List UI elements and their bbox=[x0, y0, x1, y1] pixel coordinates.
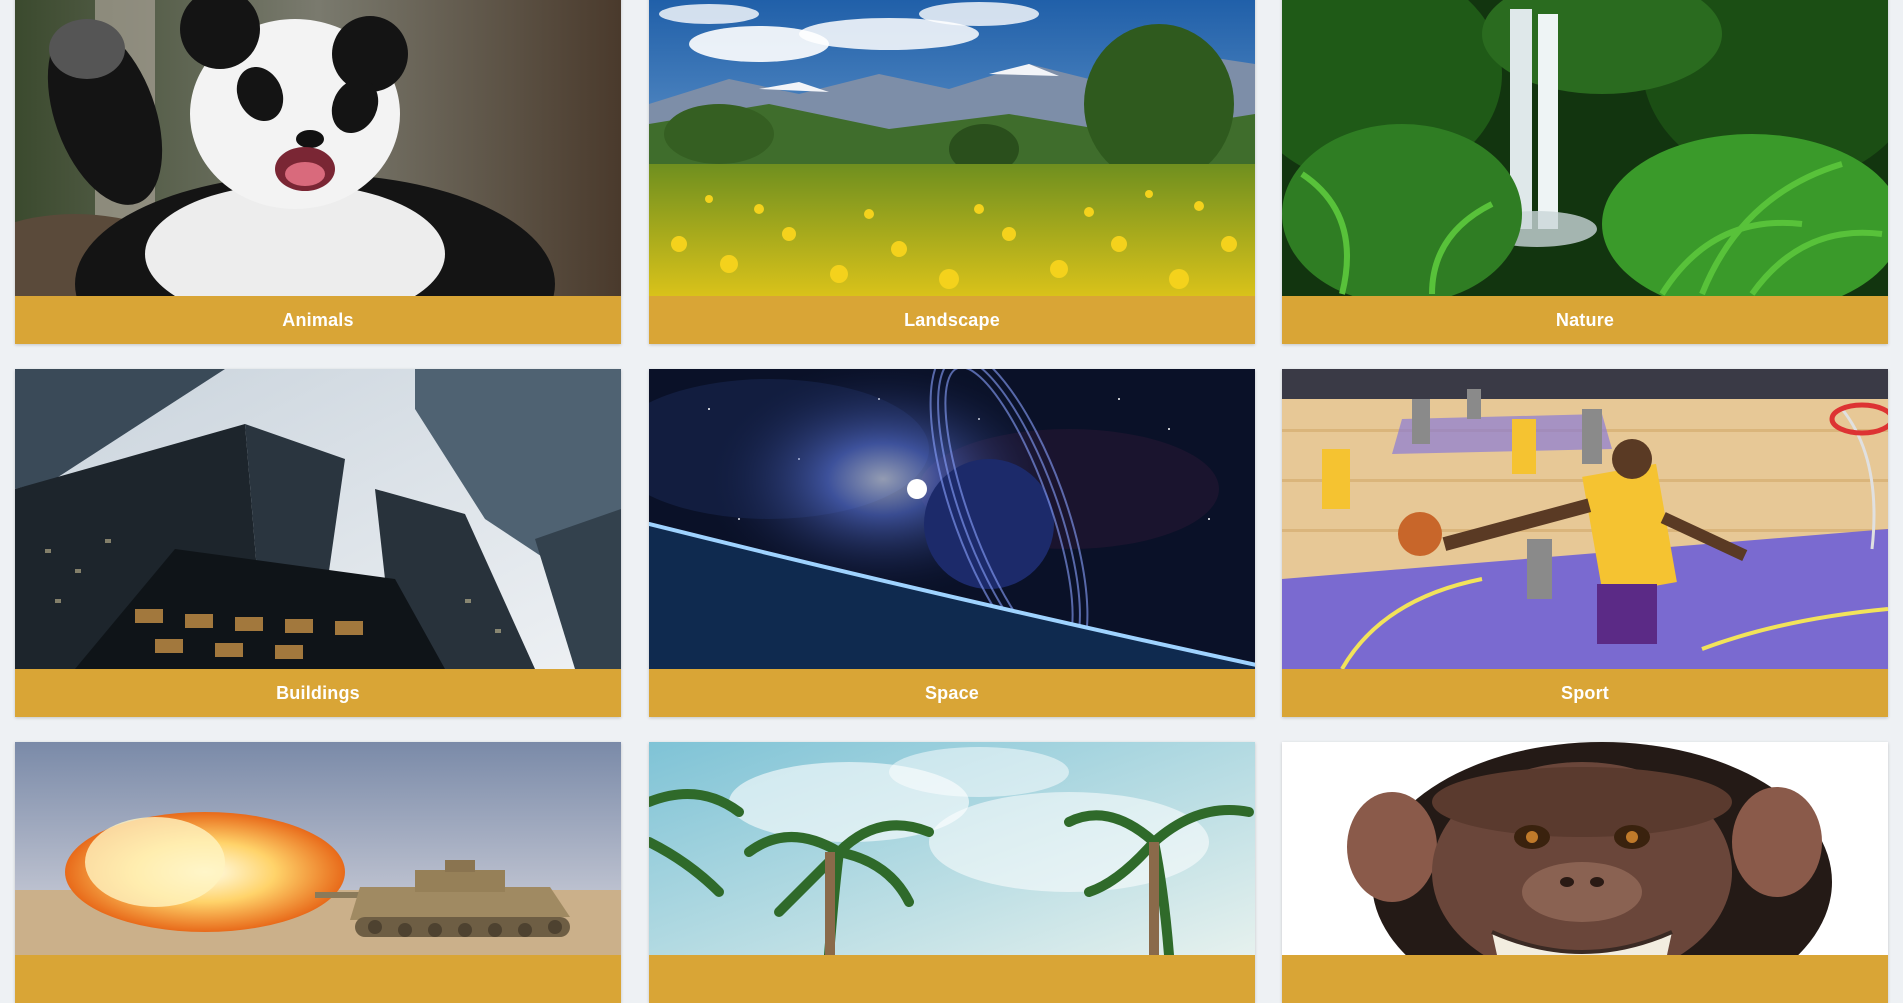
category-card-sport[interactable]: Sport bbox=[1282, 369, 1888, 717]
category-label[interactable]: Landscape bbox=[649, 296, 1255, 344]
military-thumbnail[interactable] bbox=[15, 742, 621, 955]
meadow-image bbox=[649, 0, 1255, 296]
category-gallery: Animals Landscape Nature Buildings Space… bbox=[0, 0, 1903, 1003]
category-card-military[interactable] bbox=[15, 742, 621, 1003]
sport-thumbnail[interactable] bbox=[1282, 369, 1888, 669]
animals-thumbnail[interactable] bbox=[15, 0, 621, 296]
category-card-chimpanzee[interactable] bbox=[1282, 742, 1888, 1003]
panda-image bbox=[15, 0, 621, 296]
nature-thumbnail[interactable] bbox=[1282, 0, 1888, 296]
waterfall-image bbox=[1282, 0, 1888, 296]
category-label[interactable]: Nature bbox=[1282, 296, 1888, 344]
chimpanzee-image bbox=[1282, 742, 1888, 955]
category-card-buildings[interactable]: Buildings bbox=[15, 369, 621, 717]
space-thumbnail[interactable] bbox=[649, 369, 1255, 669]
category-card-tropical[interactable] bbox=[649, 742, 1255, 1003]
category-label[interactable]: Animals bbox=[15, 296, 621, 344]
category-label[interactable] bbox=[1282, 955, 1888, 1003]
palm-trees-image bbox=[649, 742, 1255, 955]
chimpanzee-thumbnail[interactable] bbox=[1282, 742, 1888, 955]
category-card-nature[interactable]: Nature bbox=[1282, 0, 1888, 344]
landscape-thumbnail[interactable] bbox=[649, 0, 1255, 296]
planet-image bbox=[649, 369, 1255, 669]
category-card-space[interactable]: Space bbox=[649, 369, 1255, 717]
basketball-image bbox=[1282, 369, 1888, 669]
buildings-thumbnail[interactable] bbox=[15, 369, 621, 669]
category-label[interactable] bbox=[649, 955, 1255, 1003]
category-card-animals[interactable]: Animals bbox=[15, 0, 621, 344]
category-label[interactable]: Buildings bbox=[15, 669, 621, 717]
skyscrapers-image bbox=[15, 369, 621, 669]
tropical-thumbnail[interactable] bbox=[649, 742, 1255, 955]
category-label[interactable]: Space bbox=[649, 669, 1255, 717]
category-card-landscape[interactable]: Landscape bbox=[649, 0, 1255, 344]
category-label[interactable]: Sport bbox=[1282, 669, 1888, 717]
category-label[interactable] bbox=[15, 955, 621, 1003]
tank-image bbox=[15, 742, 621, 955]
